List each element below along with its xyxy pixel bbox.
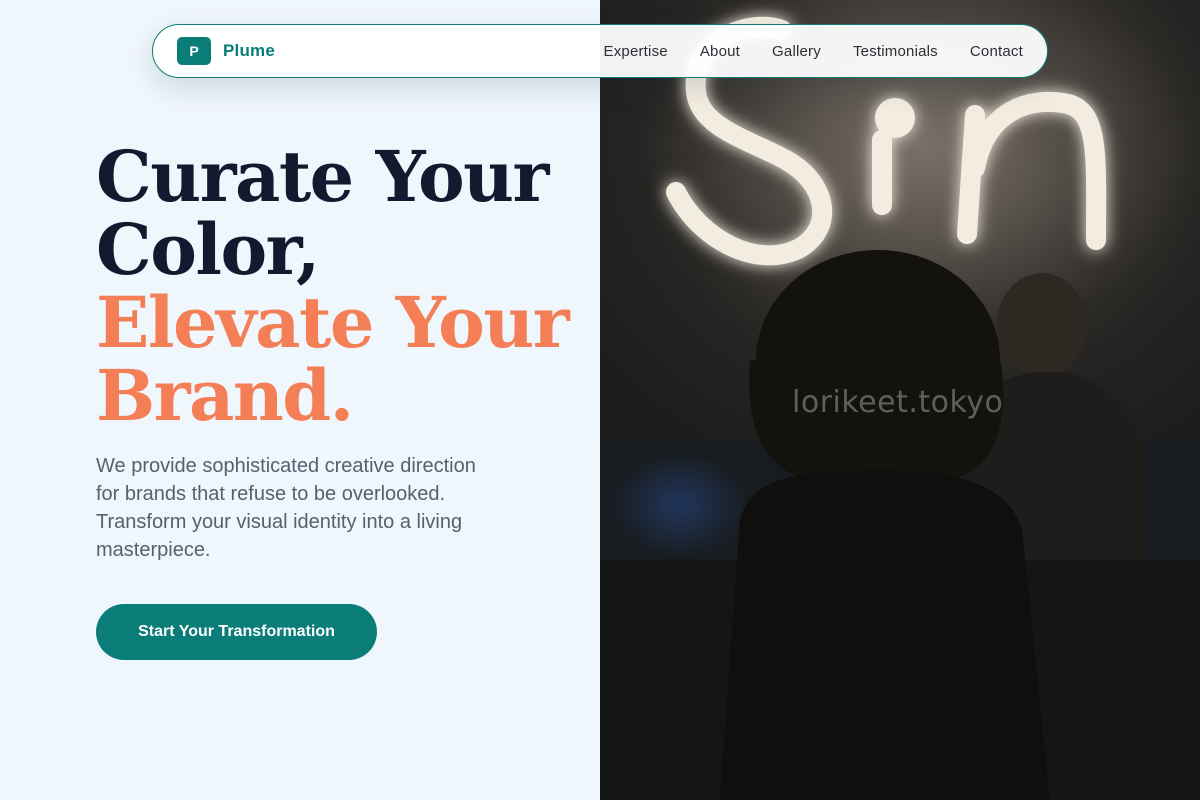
hero-headline: Curate Your Color, Elevate Your Brand.	[96, 135, 570, 437]
start-transformation-button[interactable]: Start Your Transformation	[96, 604, 377, 660]
hero-lead-text: We provide sophisticated creative direct…	[96, 455, 476, 561]
nav-link-gallery[interactable]: Gallery	[772, 43, 821, 60]
nav-link-contact[interactable]: Contact	[970, 43, 1023, 60]
brand-logo[interactable]: P Plume	[177, 37, 275, 65]
logo-mark: P	[177, 37, 211, 65]
headline-line-2: Color,	[96, 208, 320, 291]
headline-accent-line-1: Elevate Your	[96, 281, 570, 364]
nav-link-testimonials[interactable]: Testimonials	[853, 43, 938, 60]
top-navbar: P Plume Expertise About Gallery Testimon…	[152, 24, 1048, 78]
brand-name: Plume	[223, 41, 276, 60]
hero-image: lorikeet.tokyo	[600, 0, 1200, 800]
headline-accent-line-2: Brand.	[96, 354, 354, 437]
headline-line-1: Curate Your	[96, 135, 549, 218]
image-watermark: lorikeet.tokyo	[792, 385, 1004, 420]
nav-links: Expertise About Gallery Testimonials Con…	[604, 43, 1024, 60]
nav-link-expertise[interactable]: Expertise	[604, 43, 668, 60]
nav-link-about[interactable]: About	[700, 43, 740, 60]
